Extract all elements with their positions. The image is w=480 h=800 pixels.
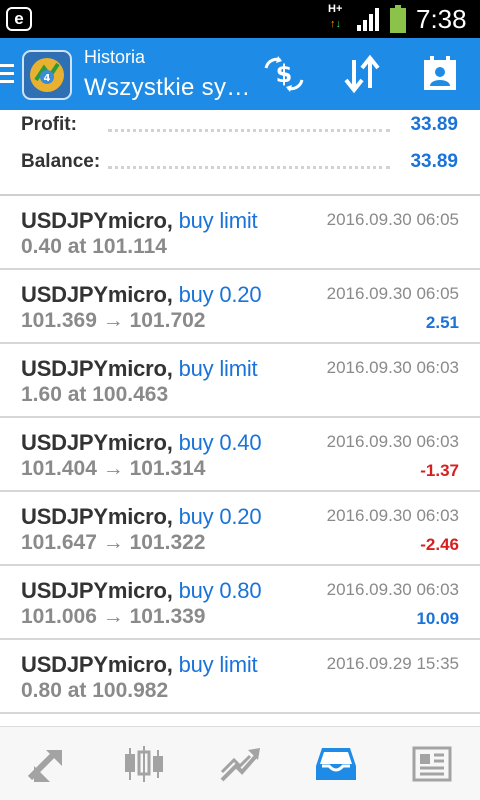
divider-dots — [108, 129, 390, 132]
deposit-withdraw-icon[interactable]: $ — [262, 54, 306, 94]
trade-symbol-line: USDJPYmicro, buy 0.20 — [21, 504, 262, 530]
calendar-icon[interactable] — [418, 54, 462, 94]
trade-row[interactable]: USDJPYmicro, buy 0.80 101.006 → 101.339 … — [0, 566, 480, 640]
trade-row[interactable]: USDJPYmicro, buy 0.20 101.647 → 101.322 … — [0, 492, 480, 566]
trade-symbol-line: USDJPYmicro, buy limit — [21, 208, 258, 234]
nav-quotes[interactable] — [0, 727, 96, 800]
signal-icon — [357, 8, 379, 31]
trade-history-list: USDJPYmicro, buy limit 0.40 at 101.114 2… — [0, 196, 480, 714]
battery-icon — [390, 5, 406, 33]
summary-panel: Profit: 33.89 Balance: 33.89 — [0, 110, 480, 196]
svg-text:$: $ — [276, 60, 293, 88]
screen-subtitle: Historia — [84, 47, 146, 67]
trade-action: buy limit — [178, 208, 258, 233]
trade-symbol: USDJPYmicro, — [21, 282, 173, 307]
app-bar: 4 Historia Wszystkie sy… $ — [0, 38, 480, 110]
profit-row: Profit: 33.89 — [0, 114, 480, 144]
nav-trade[interactable] — [192, 727, 288, 800]
chart-icon — [125, 746, 163, 782]
trade-symbol: USDJPYmicro, — [21, 208, 173, 233]
trade-symbol-line: USDJPYmicro, buy limit — [21, 356, 258, 382]
trade-action: buy limit — [178, 356, 258, 381]
balance-value: 33.89 — [410, 151, 458, 172]
news-icon — [412, 746, 452, 782]
trade-row[interactable]: USDJPYmicro, buy limit 0.80 at 100.982 2… — [0, 640, 480, 714]
trade-detail: 0.40 at 101.114 — [21, 235, 167, 258]
profit-label: Profit: — [21, 114, 77, 135]
quotes-icon — [27, 750, 62, 782]
trade-symbol-line: USDJPYmicro, buy 0.80 — [21, 578, 262, 604]
trade-detail: 101.369 → 101.702 — [21, 309, 206, 332]
trade-row[interactable]: USDJPYmicro, buy limit 1.60 at 100.463 2… — [0, 344, 480, 418]
trade-profit: 10.09 — [416, 609, 459, 628]
trade-action: buy 0.40 — [178, 430, 262, 455]
history-icon — [316, 748, 356, 780]
notification-badge-icon: e — [6, 7, 32, 31]
nav-chart[interactable] — [96, 727, 192, 800]
trade-profit: 2.51 — [425, 313, 459, 332]
status-bar: e H+ ↑↓ 7:38 — [0, 0, 480, 38]
trade-icon — [220, 748, 260, 782]
trade-detail: 101.404 → 101.314 — [21, 457, 206, 480]
trade-datetime: 2016.09.30 06:05 — [326, 284, 459, 303]
clock: 7:38 — [416, 4, 467, 34]
trade-row[interactable]: USDJPYmicro, buy 0.20 101.369 → 101.702 … — [0, 270, 480, 344]
trade-symbol: USDJPYmicro, — [21, 430, 173, 455]
divider-dots — [108, 166, 390, 169]
trade-detail: 0.80 at 100.982 — [21, 679, 169, 702]
app-logo-icon[interactable]: 4 — [22, 50, 72, 100]
sort-icon[interactable] — [340, 54, 384, 94]
balance-row: Balance: 33.89 — [0, 151, 480, 181]
trade-symbol-line: USDJPYmicro, buy 0.40 — [21, 430, 262, 456]
balance-label: Balance: — [21, 151, 101, 172]
trade-datetime: 2016.09.30 06:05 — [326, 210, 459, 229]
trade-action: buy 0.20 — [178, 282, 262, 307]
trade-datetime: 2016.09.29 15:35 — [326, 654, 459, 673]
trade-datetime: 2016.09.30 06:03 — [326, 506, 459, 525]
trade-symbol: USDJPYmicro, — [21, 578, 173, 603]
screen-title[interactable]: Wszystkie sy… — [84, 74, 251, 102]
trade-action: buy limit — [178, 652, 258, 677]
trade-row[interactable]: USDJPYmicro, buy limit 0.40 at 101.114 2… — [0, 196, 480, 270]
trade-detail: 101.006 → 101.339 — [21, 605, 206, 628]
trade-profit: -2.46 — [420, 535, 459, 554]
trade-symbol-line: USDJPYmicro, buy 0.20 — [21, 282, 262, 308]
network-type: H+ — [328, 3, 343, 15]
trade-symbol: USDJPYmicro, — [21, 356, 173, 381]
trade-action: buy 0.20 — [178, 504, 262, 529]
trade-profit: -1.37 — [420, 461, 459, 480]
trade-datetime: 2016.09.30 06:03 — [326, 432, 459, 451]
profit-value: 33.89 — [410, 114, 458, 135]
trade-detail: 101.647 → 101.322 — [21, 531, 206, 554]
bottom-navigation — [0, 726, 480, 800]
nav-history[interactable] — [288, 727, 384, 800]
trade-action: buy 0.80 — [178, 578, 262, 603]
trade-row[interactable]: USDJPYmicro, buy 0.40 101.404 → 101.314 … — [0, 418, 480, 492]
data-activity-icon: ↑↓ — [330, 18, 341, 30]
trade-symbol: USDJPYmicro, — [21, 652, 173, 677]
trade-detail: 1.60 at 100.463 — [21, 383, 169, 406]
menu-icon[interactable] — [0, 64, 14, 84]
trade-datetime: 2016.09.30 06:03 — [326, 580, 459, 599]
nav-news[interactable] — [384, 727, 480, 800]
svg-text:4: 4 — [44, 73, 51, 84]
trade-datetime: 2016.09.30 06:03 — [326, 358, 459, 377]
trade-symbol-line: USDJPYmicro, buy limit — [21, 652, 258, 678]
trade-symbol: USDJPYmicro, — [21, 504, 173, 529]
